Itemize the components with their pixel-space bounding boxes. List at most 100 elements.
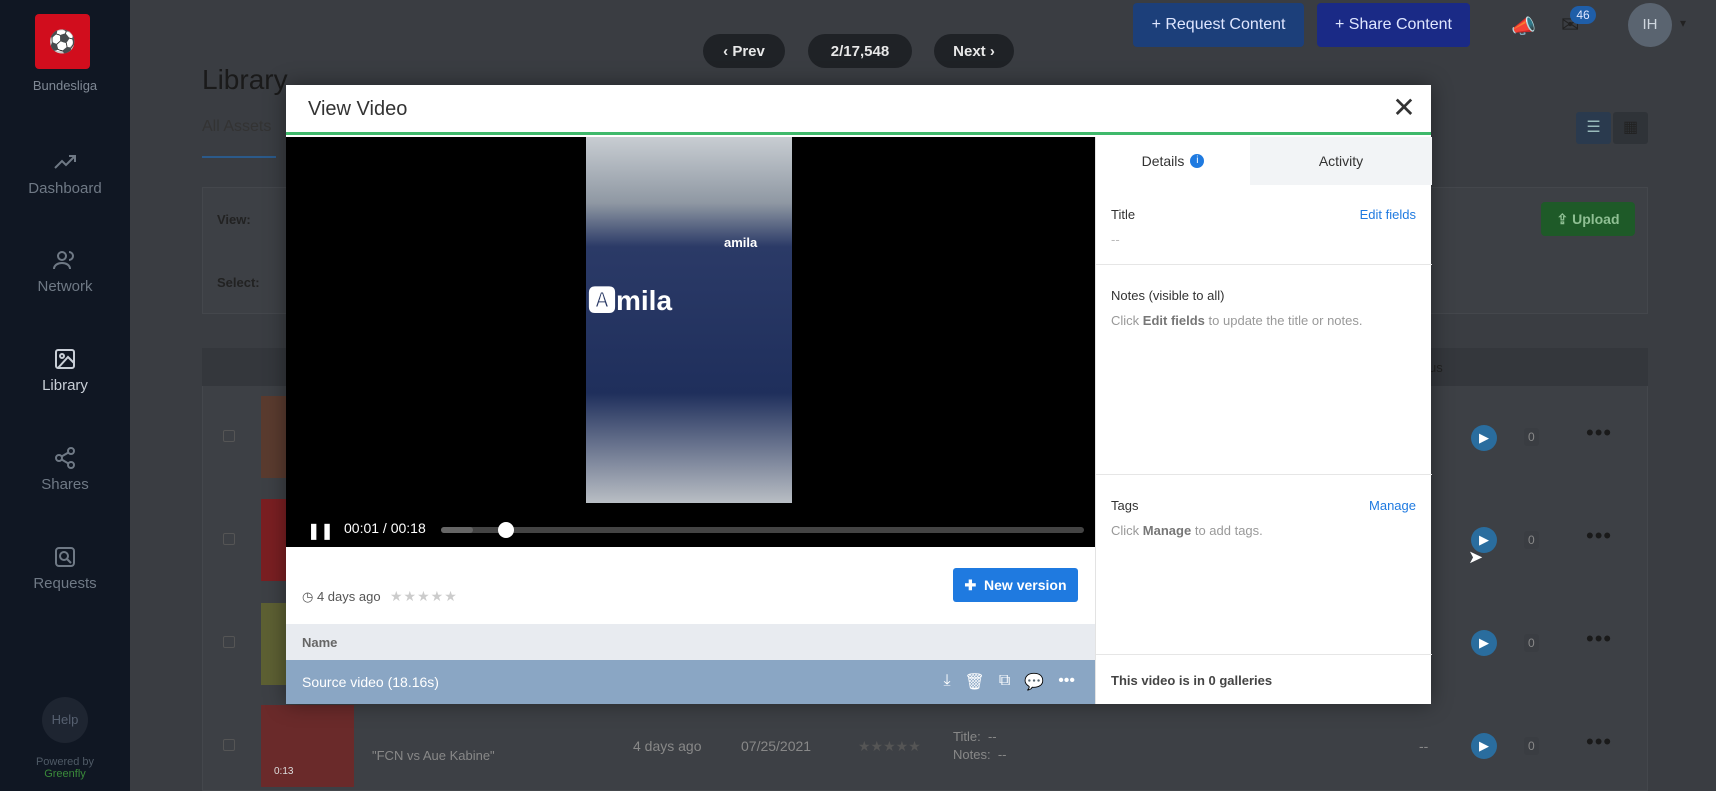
gallery-count: 0 [1524,634,1539,652]
sidebar-item-label: Network [37,278,93,295]
video-player[interactable]: 🅰mila amila ❚❚ 00:01 / 00:18 [286,137,1095,547]
share-icon [55,447,75,469]
details-panel: Details i Activity Title Edit fields -- N… [1095,137,1432,704]
tags-hint-bold: Manage [1142,523,1192,538]
view-label: View: [217,212,251,227]
gallery-count: 0 [1524,428,1539,446]
plus-icon: ✚ [964,576,985,593]
row-checkbox[interactable] [223,430,235,442]
next-label: Next [953,42,986,60]
tab-all-assets[interactable]: All Assets [202,118,271,136]
info-icon: i [1190,154,1205,168]
video-frame: 🅰mila amila [586,137,792,503]
sidebar-item-dashboard[interactable]: Dashboard [0,150,130,197]
chevron-left-icon: ‹ [723,42,733,60]
seek-bar[interactable] [441,522,1084,538]
sidebar-item-label: Requests [33,575,97,592]
row-age: 4 days ago [633,738,702,754]
more-options-icon[interactable]: ••• [1058,672,1075,692]
tab-underline [202,156,276,158]
help-button[interactable]: Help [42,697,88,743]
prev-label: Prev [732,42,765,60]
download-icon[interactable]: ⤓ [943,672,950,692]
trash-icon[interactable]: 🗑 [965,672,985,692]
modal-header: View Video ✕ [286,85,1431,135]
upload-label: Upload [1572,211,1620,227]
notes-label: Notes (visible to all) [1111,288,1225,303]
tab-details[interactable]: Details i [1096,137,1250,185]
avatar[interactable]: IH [1628,3,1672,47]
request-content-button[interactable]: + Request Content [1133,3,1304,47]
clock-icon: ◷ [302,589,314,604]
tab-activity[interactable]: Activity [1250,137,1432,185]
row-meta-notes-label: Notes: [953,747,991,762]
thumbnail-duration: 0:13 [274,766,294,777]
row-title[interactable]: "FCN vs Aue Kabine" [372,748,495,763]
row-meta-notes-value: -- [997,747,1007,762]
row-checkbox[interactable] [223,533,235,545]
divider [1096,474,1432,475]
row-date: 07/25/2021 [741,738,812,754]
sidebar-item-label: Library [42,377,88,394]
megaphone-icon[interactable]: 📣 [1511,14,1536,39]
image-icon [55,349,75,369]
more-options-icon[interactable]: ••• [1586,420,1612,446]
notification-badge: 46 [1570,6,1596,24]
close-icon[interactable]: ✕ [1389,93,1419,123]
chevron-down-icon[interactable]: ▾ [1680,16,1686,30]
upload-button[interactable]: ⇪ Upload [1541,202,1635,236]
row-checkbox[interactable] [223,739,235,751]
prev-button[interactable]: ‹ Prev [703,34,785,68]
play-icon[interactable]: ▶ [1471,630,1497,656]
list-view-icon[interactable]: ☰ [1576,112,1611,144]
player-time: 00:01 / 00:18 [344,520,426,536]
next-button[interactable]: Next › [934,34,1014,68]
more-options-icon[interactable]: ••• [1586,523,1612,549]
row-checkbox[interactable] [223,636,235,648]
powered-by-label: Powered by [35,756,95,768]
jersey-lettering: 🅰mila [588,285,673,316]
more-options-icon[interactable]: ••• [1586,626,1612,652]
upload-age-text: 4 days ago [316,589,381,604]
title-value: -- [1111,232,1120,247]
pause-icon[interactable]: ❚❚ [307,521,334,541]
grid-view-icon[interactable]: ▦ [1613,112,1648,144]
notes-hint-bold: Edit fields [1142,313,1205,328]
divider [1096,654,1432,655]
bundesliga-logo[interactable]: ⚽ [35,14,90,69]
manage-tags-link[interactable]: Manage [1369,498,1416,513]
row-meta-title-label: Title: [953,729,981,744]
play-icon[interactable]: ▶ [1471,733,1497,759]
page-title: Library [202,64,288,95]
galleries-info: This video is in 0 galleries [1111,673,1273,688]
trending-up-icon [54,155,76,169]
more-options-icon[interactable]: ••• [1586,729,1612,755]
upload-icon: ⇪ [1556,210,1573,227]
copy-icon[interactable]: ⧉ [999,672,1010,692]
sidebar-item-label: Shares [41,476,89,493]
version-name: Source video (18.16s) [302,674,439,690]
sidebar-item-library[interactable]: Library [0,347,130,394]
sidebar-item-shares[interactable]: Shares [0,446,130,493]
jersey-lettering-small: amila [724,235,758,250]
play-icon[interactable]: ▶ [1471,425,1497,451]
column-status: us [1429,360,1443,375]
version-row[interactable]: Source video (18.16s) ⤓ 🗑 ⧉ 💬 ••• [286,660,1095,704]
sidebar-item-requests[interactable]: Requests [0,545,130,592]
sidebar-item-network[interactable]: Network [0,248,130,295]
seek-handle[interactable] [498,522,515,538]
powered-by: Powered by Greenfly [0,756,130,780]
pager-position: 2/17,548 [808,34,912,68]
share-content-button[interactable]: + Share Content [1317,3,1470,47]
upload-age: ◷ 4 days ago [302,589,381,605]
comment-icon[interactable]: 💬 [1024,672,1044,692]
new-version-button[interactable]: ✚ New version [953,568,1078,602]
sidebar-item-label: Dashboard [28,180,102,197]
seek-fill [441,527,474,533]
tab-details-label: Details [1141,153,1185,169]
row-rating[interactable]: ★★★★★ [858,738,921,755]
star-rating[interactable]: ★★★★★ [390,588,458,605]
tags-label: Tags [1111,498,1139,513]
edit-fields-link[interactable]: Edit fields [1360,207,1416,222]
new-version-label: New version [984,577,1067,593]
